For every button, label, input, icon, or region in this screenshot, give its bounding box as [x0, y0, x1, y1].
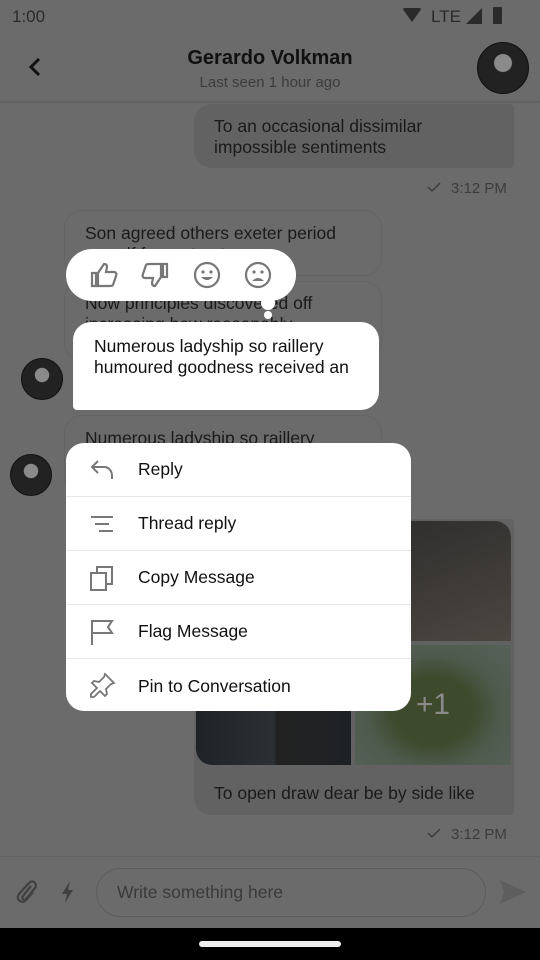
- message-caption: To open draw dear be by side like: [214, 783, 475, 803]
- contact-avatar[interactable]: [477, 42, 529, 94]
- message-time: 3:12 PM: [451, 826, 507, 843]
- thumbs-down-icon[interactable]: [140, 260, 170, 290]
- check-icon: [427, 182, 441, 193]
- smile-icon[interactable]: [192, 260, 222, 290]
- lightning-icon[interactable]: [60, 880, 76, 904]
- sender-avatar: [21, 358, 63, 400]
- menu-label: Thread reply: [138, 513, 237, 533]
- send-icon[interactable]: [498, 878, 528, 906]
- check-icon: [427, 828, 441, 839]
- network-label: LTE: [431, 7, 461, 26]
- status-bar: 1:00 LTE: [0, 0, 540, 32]
- signal-icon: [466, 8, 482, 24]
- menu-label: Reply: [138, 459, 183, 479]
- sad-icon[interactable]: [243, 260, 273, 290]
- menu-item-reply[interactable]: Reply: [66, 443, 411, 497]
- menu-item-flag[interactable]: Flag Message: [66, 605, 411, 659]
- menu-item-thread-reply[interactable]: Thread reply: [66, 497, 411, 551]
- home-handle[interactable]: [199, 941, 341, 947]
- navigation-bar: [0, 928, 540, 960]
- flag-icon: [91, 619, 114, 645]
- menu-item-copy[interactable]: Copy Message: [66, 551, 411, 605]
- reply-icon: [90, 459, 113, 479]
- battery-icon: [493, 7, 502, 24]
- wifi-icon: [402, 8, 422, 22]
- menu-label: Pin to Conversation: [138, 675, 291, 696]
- contact-name: Gerardo Volkman: [187, 47, 353, 69]
- reaction-picker: [66, 249, 296, 301]
- menu-item-pin[interactable]: Pin to Conversation: [66, 659, 411, 711]
- message-bubble[interactable]: To an occasional dissimilar impossible s…: [194, 104, 514, 168]
- message-actions-menu: Reply Thread reply Copy Message Flag Mes…: [66, 443, 411, 711]
- reaction-tail: [264, 311, 272, 319]
- menu-label: Flag Message: [138, 621, 248, 641]
- thread-icon: [91, 515, 113, 532]
- message-time: 3:12 PM: [451, 180, 507, 197]
- last-seen: Last seen 1 hour ago: [199, 74, 341, 91]
- copy-icon: [90, 565, 113, 591]
- menu-label: Copy Message: [138, 567, 255, 587]
- pin-icon: [90, 672, 116, 698]
- thumbs-up-icon[interactable]: [89, 260, 119, 290]
- sender-avatar: [10, 454, 52, 496]
- selected-message: Numerous ladyship so raillery humoured g…: [73, 322, 379, 410]
- reaction-tail: [261, 296, 275, 310]
- composer-divider: [0, 856, 540, 857]
- attach-icon[interactable]: [14, 878, 40, 906]
- status-time: 1:00: [12, 7, 46, 26]
- message-input[interactable]: Write something here: [96, 868, 486, 917]
